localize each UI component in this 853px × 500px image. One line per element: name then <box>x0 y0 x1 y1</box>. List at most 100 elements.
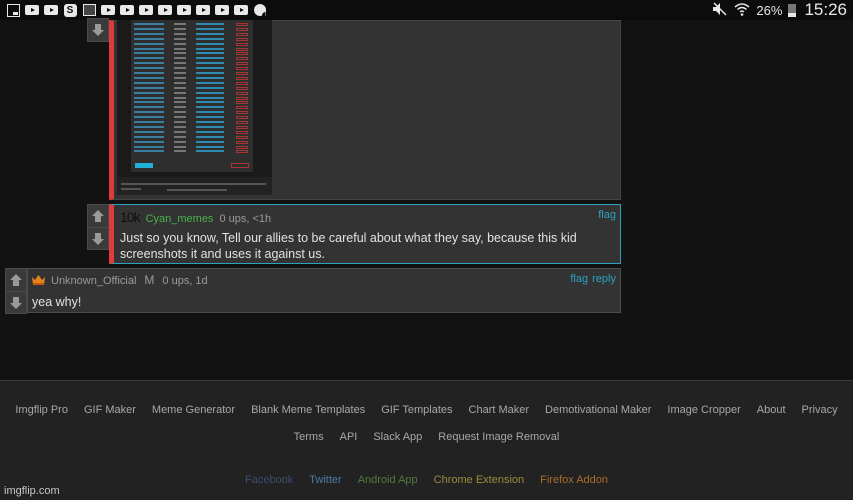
image-list-row <box>134 23 250 26</box>
reply-link[interactable]: reply <box>592 273 616 285</box>
username-link[interactable]: Cyan_memes <box>146 213 214 225</box>
downvote-button[interactable] <box>6 291 26 313</box>
image-list-row <box>134 135 250 139</box>
youtube-icon <box>234 4 248 16</box>
image-list-row <box>134 96 250 100</box>
flag-link[interactable]: flag <box>570 273 588 285</box>
image-comment-vote <box>87 18 109 42</box>
username-link[interactable]: Unknown_Official <box>51 275 136 287</box>
image-list-row <box>134 72 250 75</box>
image-list-row <box>134 145 250 149</box>
image-list-row <box>134 130 250 134</box>
downvote-button[interactable] <box>88 227 108 249</box>
comment-meta: 0 ups, 1d <box>162 275 208 287</box>
image-list-row <box>134 140 250 144</box>
comment-header: 10k Cyan_memes 0 ups, <1h <box>120 209 271 225</box>
image-list-row <box>134 121 250 124</box>
footer-link-gif-maker[interactable]: GIF Maker <box>84 404 136 416</box>
footer-link-terms[interactable]: Terms <box>294 431 324 443</box>
footer-link-demotivational-maker[interactable]: Demotivational Maker <box>545 404 651 416</box>
youtube-icon <box>25 4 39 16</box>
image-list-row <box>134 101 250 105</box>
image-red-button <box>231 163 249 168</box>
image-list-row <box>134 52 250 56</box>
footer-link-chrome-extension[interactable]: Chrome Extension <box>434 474 525 486</box>
comment-actions: flag <box>598 209 616 221</box>
footer-link-firefox-addon[interactable]: Firefox Addon <box>540 474 608 486</box>
youtube-icon <box>177 4 191 16</box>
image-footer <box>117 177 272 195</box>
youtube-icon <box>139 4 153 16</box>
footer-link-blank-meme-templates[interactable]: Blank Meme Templates <box>251 404 365 416</box>
footer-link-twitter[interactable]: Twitter <box>309 474 341 486</box>
image-list-row <box>134 86 250 90</box>
image-list-row <box>134 27 250 31</box>
footer-link-chart-maker[interactable]: Chart Maker <box>469 404 530 416</box>
shazam-icon: S <box>63 3 77 17</box>
system-indicators: 26% 15:26 <box>712 0 847 20</box>
comment-header: Unknown_Official M 0 ups, 1d <box>32 273 208 287</box>
flag-link[interactable]: flag <box>598 209 616 221</box>
user-points: 10k <box>120 209 141 225</box>
site-footer: Imgflip Pro GIF Maker Meme Generator Bla… <box>0 380 853 500</box>
footer-link-facebook[interactable]: Facebook <box>245 474 293 486</box>
image-list-row <box>134 150 250 154</box>
footer-link-imgflip-pro[interactable]: Imgflip Pro <box>15 404 68 416</box>
image-list-row <box>134 67 250 71</box>
image-list-row <box>134 111 250 115</box>
crown-badge-icon <box>32 275 45 285</box>
arrow-down-icon <box>92 24 104 36</box>
comment-text: yea why! <box>32 295 82 309</box>
gmail-icon <box>82 4 96 16</box>
footer-link-about[interactable]: About <box>757 404 786 416</box>
footer-links-secondary: Terms API Slack App Request Image Remova… <box>0 431 853 443</box>
battery-icon <box>788 3 797 17</box>
downvote-button[interactable] <box>88 19 108 41</box>
arrow-up-icon <box>10 274 22 286</box>
image-moderation-list <box>131 20 253 172</box>
comment-text: Just so you know, Tell our allies to be … <box>120 231 577 261</box>
image-list-row <box>134 116 250 120</box>
footer-link-android-app[interactable]: Android App <box>358 474 418 486</box>
site-domain: imgflip.com <box>4 485 60 497</box>
comment-actions: flag reply <box>570 273 616 285</box>
footer-link-privacy[interactable]: Privacy <box>802 404 838 416</box>
wifi-icon <box>734 2 750 19</box>
image-list-row <box>134 32 250 36</box>
clock: 15:26 <box>804 0 847 19</box>
youtube-icon <box>196 4 210 16</box>
image-list-row <box>134 76 250 80</box>
footer-link-image-cropper[interactable]: Image Cropper <box>667 404 740 416</box>
footer-link-meme-generator[interactable]: Meme Generator <box>152 404 235 416</box>
comment-meta: 0 ups, <1h <box>219 213 272 225</box>
image-list-row <box>134 62 250 66</box>
footer-links-primary: Imgflip Pro GIF Maker Meme Generator Bla… <box>0 404 853 416</box>
image-blue-button <box>135 163 153 168</box>
image-list-row <box>134 47 250 51</box>
youtube-icon <box>120 4 134 16</box>
android-status-bar: S 26% 15:26 <box>0 0 853 20</box>
notification-icons: S <box>0 3 269 19</box>
footer-social-links: Facebook Twitter Android App Chrome Exte… <box>0 474 853 486</box>
footer-link-slack-app[interactable]: Slack App <box>373 431 422 443</box>
comment-unknown-official: Unknown_Official M 0 ups, 1d flag reply … <box>27 268 621 313</box>
footer-link-gif-templates[interactable]: GIF Templates <box>381 404 452 416</box>
footer-link-api[interactable]: API <box>340 431 358 443</box>
comment-image[interactable] <box>117 20 272 195</box>
image-list-row <box>134 125 250 129</box>
gallery-icon <box>6 3 20 17</box>
mod-tag: M <box>144 273 155 287</box>
youtube-icon <box>158 4 172 16</box>
youtube-icon <box>101 4 115 16</box>
settings-alert-icon <box>253 4 269 19</box>
arrow-up-icon <box>92 210 104 222</box>
cyan-comment-vote <box>87 204 109 250</box>
upvote-button[interactable] <box>6 269 26 291</box>
battery-percent: 26% <box>756 2 783 18</box>
footer-link-request-image-removal[interactable]: Request Image Removal <box>438 431 559 443</box>
arrow-down-icon <box>92 232 104 245</box>
upvote-button[interactable] <box>88 205 108 227</box>
unknown-comment-vote <box>5 268 27 314</box>
youtube-icon <box>44 4 58 16</box>
image-list-row <box>134 37 250 41</box>
